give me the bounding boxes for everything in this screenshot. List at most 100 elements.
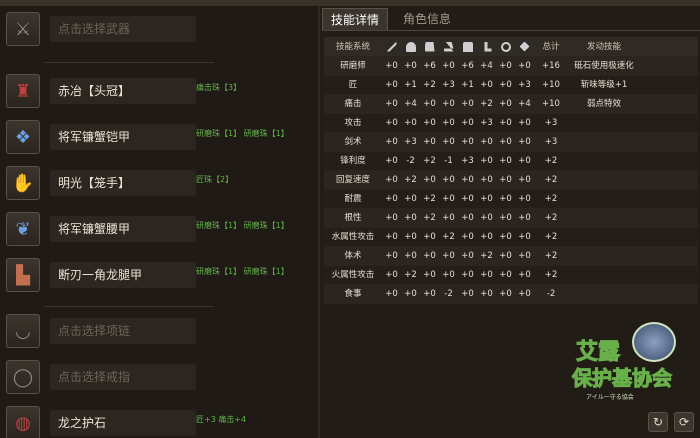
table-row: 根性 +0 +0 +2 +0 +0 +0 +0 +0 +2 bbox=[324, 209, 698, 228]
skill-point: +0 bbox=[385, 213, 398, 223]
gauntlet-icon: ✋ bbox=[6, 166, 40, 200]
skill-point: +0 bbox=[499, 118, 512, 128]
skill-point: +0 bbox=[480, 232, 493, 242]
skill-point: +2 bbox=[423, 194, 436, 204]
head-name[interactable]: 赤冶【头冠】 bbox=[50, 78, 196, 104]
skill-name: 耐震 bbox=[344, 194, 362, 204]
body-name[interactable]: 将军镰蟹铠甲 bbox=[50, 124, 196, 150]
skill-point: +0 bbox=[518, 61, 531, 71]
skill-point: +0 bbox=[442, 137, 455, 147]
slot-necklace[interactable]: ◡ 点击选择项链 bbox=[6, 314, 316, 354]
arms-tags: 匠珠【2】 bbox=[196, 175, 234, 184]
skill-point: +3 bbox=[518, 80, 531, 90]
activated-skill bbox=[568, 209, 640, 227]
slot-ring[interactable]: ◯ 点击选择戒指 bbox=[6, 360, 316, 400]
skill-point: +0 bbox=[499, 137, 512, 147]
skill-point: +0 bbox=[518, 137, 531, 147]
skill-point: +4 bbox=[518, 99, 531, 109]
skill-point: +0 bbox=[385, 270, 398, 280]
skill-point: +0 bbox=[423, 251, 436, 261]
skill-point: +0 bbox=[385, 156, 398, 166]
skill-point: +2 bbox=[404, 175, 417, 185]
body-tags: 研磨珠【1】 研磨珠【1】 bbox=[196, 129, 289, 138]
skill-total: +16 bbox=[542, 61, 560, 71]
tab-character-info[interactable]: 角色信息 bbox=[392, 8, 462, 30]
skill-point: +0 bbox=[442, 251, 455, 261]
charm-name[interactable]: 龙之护石 bbox=[50, 410, 196, 436]
skill-name: 研磨师 bbox=[340, 61, 366, 71]
waist-name[interactable]: 将军镰蟹腰甲 bbox=[50, 216, 196, 242]
chest-armor-icon: ❖ bbox=[6, 120, 40, 154]
skill-point: +0 bbox=[385, 61, 398, 71]
skill-point: +0 bbox=[442, 270, 455, 280]
slot-arms[interactable]: ✋ 明光【笼手】 匠珠【2】 bbox=[6, 166, 316, 206]
weapon-name[interactable]: 点击选择武器 bbox=[50, 16, 196, 42]
skill-point: +0 bbox=[385, 99, 398, 109]
slot-charm[interactable]: ◍ 龙之护石 匠+3 痛击+4 bbox=[6, 406, 316, 438]
skill-point: +0 bbox=[385, 232, 398, 242]
skill-point: +0 bbox=[423, 175, 436, 185]
skill-total: +2 bbox=[544, 156, 558, 166]
activated-skill bbox=[568, 247, 640, 265]
skill-point: +2 bbox=[480, 99, 493, 109]
skill-point: +0 bbox=[404, 251, 417, 261]
logo-line2: 保护基协会 bbox=[572, 366, 673, 391]
skill-point: +2 bbox=[423, 156, 436, 166]
activated-skill: 砥石使用极速化 bbox=[574, 61, 634, 71]
refresh-button[interactable]: ⟳ bbox=[674, 412, 694, 432]
header-total: 总计 bbox=[542, 42, 560, 52]
skill-point: +0 bbox=[518, 251, 531, 261]
skill-point: +0 bbox=[461, 175, 474, 185]
panel-divider bbox=[318, 6, 320, 438]
share-button[interactable]: ↻ bbox=[648, 412, 668, 432]
slot-head[interactable]: ♜ 赤冶【头冠】 痛击珠【3】 bbox=[6, 74, 316, 114]
arms-name[interactable]: 明光【笼手】 bbox=[50, 170, 196, 196]
skill-point: +0 bbox=[480, 270, 493, 280]
skill-point: +0 bbox=[385, 289, 398, 299]
skill-point: +0 bbox=[423, 137, 436, 147]
skill-point: +2 bbox=[404, 270, 417, 280]
skill-name: 火属性攻击 bbox=[331, 270, 375, 280]
skill-name: 回复速度 bbox=[335, 175, 370, 185]
skill-point: +2 bbox=[442, 232, 455, 242]
skill-total: +2 bbox=[544, 175, 558, 185]
activated-skill bbox=[568, 152, 640, 170]
skill-point: +0 bbox=[385, 118, 398, 128]
skill-point: +6 bbox=[423, 61, 436, 71]
skill-point: +0 bbox=[461, 270, 474, 280]
skill-point: +0 bbox=[499, 232, 512, 242]
table-row: 剑术 +0 +3 +0 +0 +0 +0 +0 +0 +3 bbox=[324, 133, 698, 152]
skill-point: +0 bbox=[480, 80, 493, 90]
ring-icon: ◯ bbox=[6, 360, 40, 394]
slot-body[interactable]: ❖ 将军镰蟹铠甲 研磨珠【1】 研磨珠【1】 bbox=[6, 120, 316, 160]
head-col-icon bbox=[401, 37, 420, 56]
skill-point: +0 bbox=[499, 61, 512, 71]
skill-name: 攻击 bbox=[344, 118, 362, 128]
skill-point: +0 bbox=[499, 156, 512, 166]
skill-point: +0 bbox=[461, 194, 474, 204]
mascot-icon bbox=[632, 322, 676, 362]
skill-point: +0 bbox=[499, 251, 512, 261]
skill-point: +0 bbox=[404, 232, 417, 242]
skill-total: +2 bbox=[544, 270, 558, 280]
slot-waist[interactable]: ❦ 将军镰蟹腰甲 研磨珠【1】 研磨珠【1】 bbox=[6, 212, 316, 252]
skill-point: -2 bbox=[406, 156, 415, 166]
slot-legs[interactable]: ▙ 断刃一角龙腿甲 研磨珠【1】 研磨珠【1】 bbox=[6, 258, 316, 298]
skill-name: 痛击 bbox=[344, 99, 362, 109]
skill-point: +0 bbox=[423, 289, 436, 299]
skill-point: +0 bbox=[518, 118, 531, 128]
slot-weapon[interactable]: ⚔ 点击选择武器 bbox=[6, 12, 316, 52]
skill-point: +0 bbox=[404, 289, 417, 299]
necklace-name[interactable]: 点击选择项链 bbox=[50, 318, 196, 344]
skill-point: +0 bbox=[404, 213, 417, 223]
charm-icon: ◍ bbox=[6, 406, 40, 438]
tab-skill-details[interactable]: 技能详情 bbox=[322, 8, 388, 30]
activated-skill: 弱点特效 bbox=[586, 99, 621, 109]
skill-point: +4 bbox=[404, 99, 417, 109]
weapon-col-icon bbox=[382, 37, 401, 56]
logo-sub: アイルー守る協会 bbox=[586, 394, 634, 401]
legs-name[interactable]: 断刃一角龙腿甲 bbox=[50, 262, 196, 288]
ring-name[interactable]: 点击选择戒指 bbox=[50, 364, 196, 390]
skill-point: +3 bbox=[461, 156, 474, 166]
legs-col-icon bbox=[477, 37, 496, 56]
